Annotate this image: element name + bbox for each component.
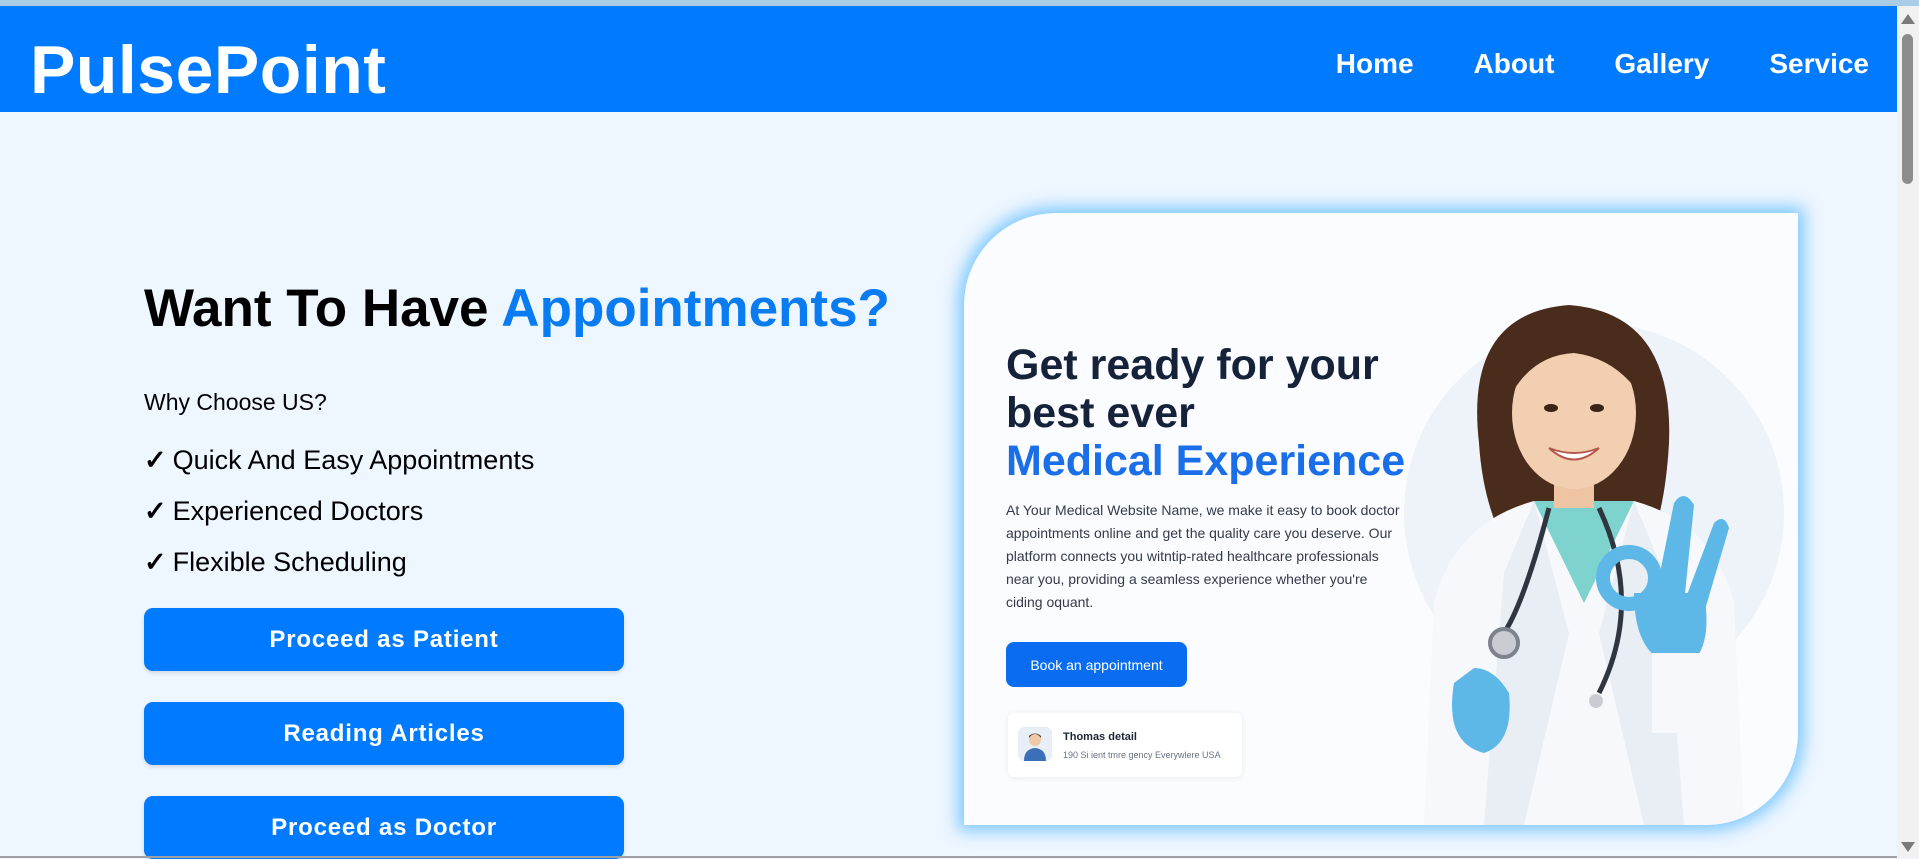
- promo-title-accent: Medical Experience: [1006, 437, 1406, 485]
- feature-label: Quick And Easy Appointments: [172, 445, 535, 475]
- feature-list: ✓ Quick And Easy Appointments ✓ Experience…: [144, 445, 534, 598]
- nav-link-about[interactable]: About: [1474, 50, 1555, 78]
- book-appointment-button[interactable]: Book an appointment: [1006, 642, 1187, 687]
- doctor-illustration: [1404, 305, 1784, 825]
- feature-item: ✓ Flexible Scheduling: [144, 547, 534, 598]
- nav-link-service[interactable]: Service: [1769, 50, 1869, 78]
- promo-banner: Get ready for your best ever Medical Exp…: [964, 213, 1798, 825]
- promo-title-line: Get ready for your: [1006, 341, 1379, 389]
- review-card: Thomas detail 190 Si ient tmre gency Eve…: [1008, 713, 1242, 777]
- check-icon: ✓: [144, 496, 167, 526]
- page-scrollbar[interactable]: [1897, 6, 1919, 858]
- nav-link-gallery[interactable]: Gallery: [1614, 50, 1709, 78]
- proceed-as-doctor-button[interactable]: Proceed as Doctor: [144, 796, 624, 859]
- scroll-thumb[interactable]: [1902, 34, 1913, 184]
- promo-body-text: At Your Medical Website Name, we make it…: [1006, 502, 1400, 610]
- reading-articles-button[interactable]: Reading Articles: [144, 702, 624, 765]
- review-name: Thomas detail: [1063, 731, 1137, 743]
- proceed-as-patient-button[interactable]: Proceed as Patient: [144, 608, 624, 671]
- check-icon: ✓: [144, 547, 167, 577]
- navbar: PulsePoint Home About Gallery Service: [0, 6, 1897, 112]
- brand-logo[interactable]: PulsePoint: [30, 36, 386, 104]
- avatar: [1018, 727, 1052, 761]
- feature-item: ✓ Quick And Easy Appointments: [144, 445, 534, 496]
- feature-label: Flexible Scheduling: [172, 547, 407, 577]
- scroll-down-arrow-icon[interactable]: [1901, 842, 1915, 852]
- promo-title-line: best ever: [1006, 389, 1195, 437]
- feature-item: ✓ Experienced Doctors: [144, 496, 534, 547]
- feature-label: Experienced Doctors: [172, 496, 424, 526]
- review-meta: 190 Si ient tmre gency Everywlere USA: [1063, 750, 1221, 760]
- promo-title: Get ready for your best ever Medical Exp…: [1006, 341, 1405, 485]
- main-nav: Home About Gallery Service: [1336, 50, 1869, 78]
- check-icon: ✓: [144, 445, 167, 475]
- person-icon: [1024, 733, 1046, 761]
- hero-title-prefix: Want To Have: [144, 279, 502, 338]
- why-choose-heading: Why Choose US?: [144, 389, 327, 415]
- hero-title-accent: Appointments?: [501, 279, 890, 338]
- scroll-up-arrow-icon[interactable]: [1901, 14, 1915, 24]
- hero-title: Want To Have Appointments?: [144, 282, 890, 335]
- nav-link-home[interactable]: Home: [1336, 50, 1414, 78]
